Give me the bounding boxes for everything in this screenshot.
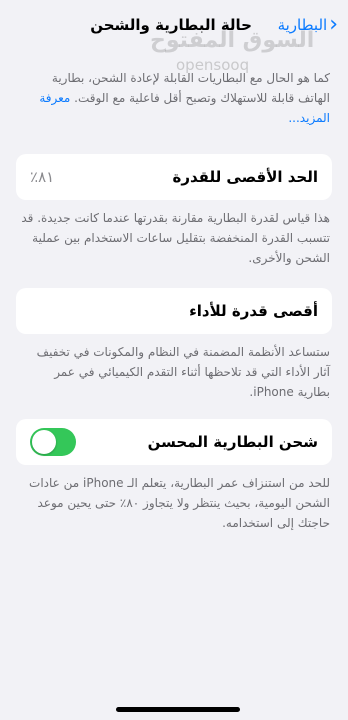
toggle-knob (32, 430, 56, 454)
back-button[interactable]: ‹ البطارية (278, 14, 338, 36)
intro-description: كما هو الحال مع البطاريات القابلة لإعادة… (20, 68, 330, 128)
max-capacity-label: الحد الأقصى للقدرة (172, 168, 319, 186)
max-capacity-value: ٨١٪ (30, 168, 55, 186)
intro-text: كما هو الحال مع البطاريات القابلة لإعادة… (51, 71, 330, 105)
peak-performance-footnote: ستساعد الأنظمة المضمنة في النظام والمكون… (36, 345, 330, 399)
max-capacity-footnote: هذا قياس لقدرة البطارية مقارنة بقدرتها ع… (21, 211, 330, 265)
home-indicator (116, 707, 240, 712)
peak-performance-row: أقصى قدرة للأداء (16, 288, 332, 334)
back-button-label: البطارية (277, 16, 328, 34)
optimized-charging-footnote: للحد من استنزاف عمر البطارية، يتعلم الـ … (29, 476, 330, 530)
max-capacity-row: الحد الأقصى للقدرة ٨١٪ (16, 154, 332, 200)
peak-performance-label: أقصى قدرة للأداء (189, 302, 318, 320)
page-title: حالة البطارية والشحن (90, 16, 252, 34)
optimized-charging-row: شحن البطارية المحسن (16, 419, 332, 465)
optimized-charging-toggle[interactable] (30, 428, 76, 456)
navigation-bar: ‹ البطارية حالة البطارية والشحن (0, 14, 348, 42)
chevron-back-icon: ‹ (329, 12, 338, 37)
optimized-charging-label: شحن البطارية المحسن (147, 433, 318, 451)
